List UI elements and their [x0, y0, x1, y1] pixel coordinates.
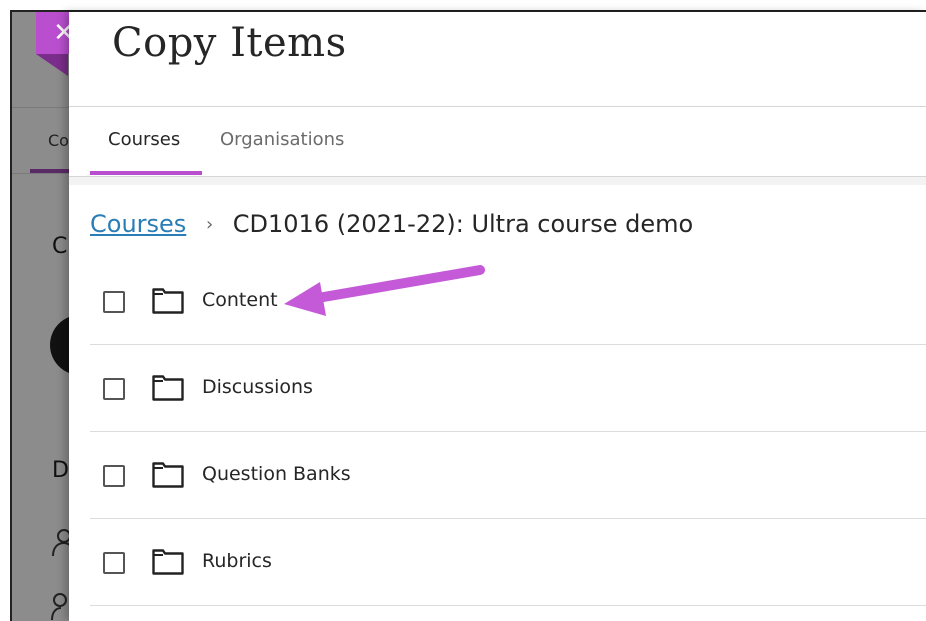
active-tab-indicator: [90, 171, 202, 175]
background-heading: D: [52, 458, 69, 483]
background-heading: C: [52, 234, 68, 259]
panel-title: Copy Items: [112, 20, 347, 66]
item-checkbox[interactable]: [103, 291, 125, 313]
item-label: Content: [202, 289, 278, 311]
folder-icon: [152, 375, 184, 401]
breadcrumb-current: CD1016 (2021-22): Ultra course demo: [232, 210, 694, 238]
copy-items-panel: Copy Items Courses Organisations Courses…: [69, 12, 926, 621]
annotation-arrow-icon: [284, 265, 485, 316]
close-flag-tail: [36, 54, 68, 76]
item-checkbox[interactable]: [103, 465, 125, 487]
breadcrumb: Courses › CD1016 (2021-22): Ultra course…: [90, 210, 693, 238]
row-divider: [90, 344, 926, 345]
list-item[interactable]: Discussions: [90, 346, 926, 432]
row-divider: [90, 605, 926, 606]
breadcrumb-courses-link[interactable]: Courses: [90, 210, 186, 238]
tab-courses[interactable]: Courses: [108, 129, 180, 150]
list-item[interactable]: Question Banks: [90, 433, 926, 519]
tab-bar-shadow: [69, 177, 926, 185]
row-divider: [90, 431, 926, 432]
tab-organisations[interactable]: Organisations: [220, 129, 344, 150]
list-item[interactable]: Rubrics: [90, 520, 926, 606]
item-checkbox[interactable]: [103, 378, 125, 400]
tab-bar: Courses Organisations: [90, 107, 926, 177]
breadcrumb-separator: ›: [205, 214, 214, 235]
folder-icon: [152, 462, 184, 488]
item-checkbox[interactable]: [103, 552, 125, 574]
item-label: Question Banks: [202, 463, 351, 485]
background-tab: Co: [48, 131, 69, 150]
folder-icon: [152, 288, 184, 314]
item-label: Discussions: [202, 376, 313, 398]
list-item[interactable]: Content: [90, 259, 926, 345]
row-divider: [90, 518, 926, 519]
folder-icon: [152, 549, 184, 575]
item-label: Rubrics: [202, 550, 272, 572]
